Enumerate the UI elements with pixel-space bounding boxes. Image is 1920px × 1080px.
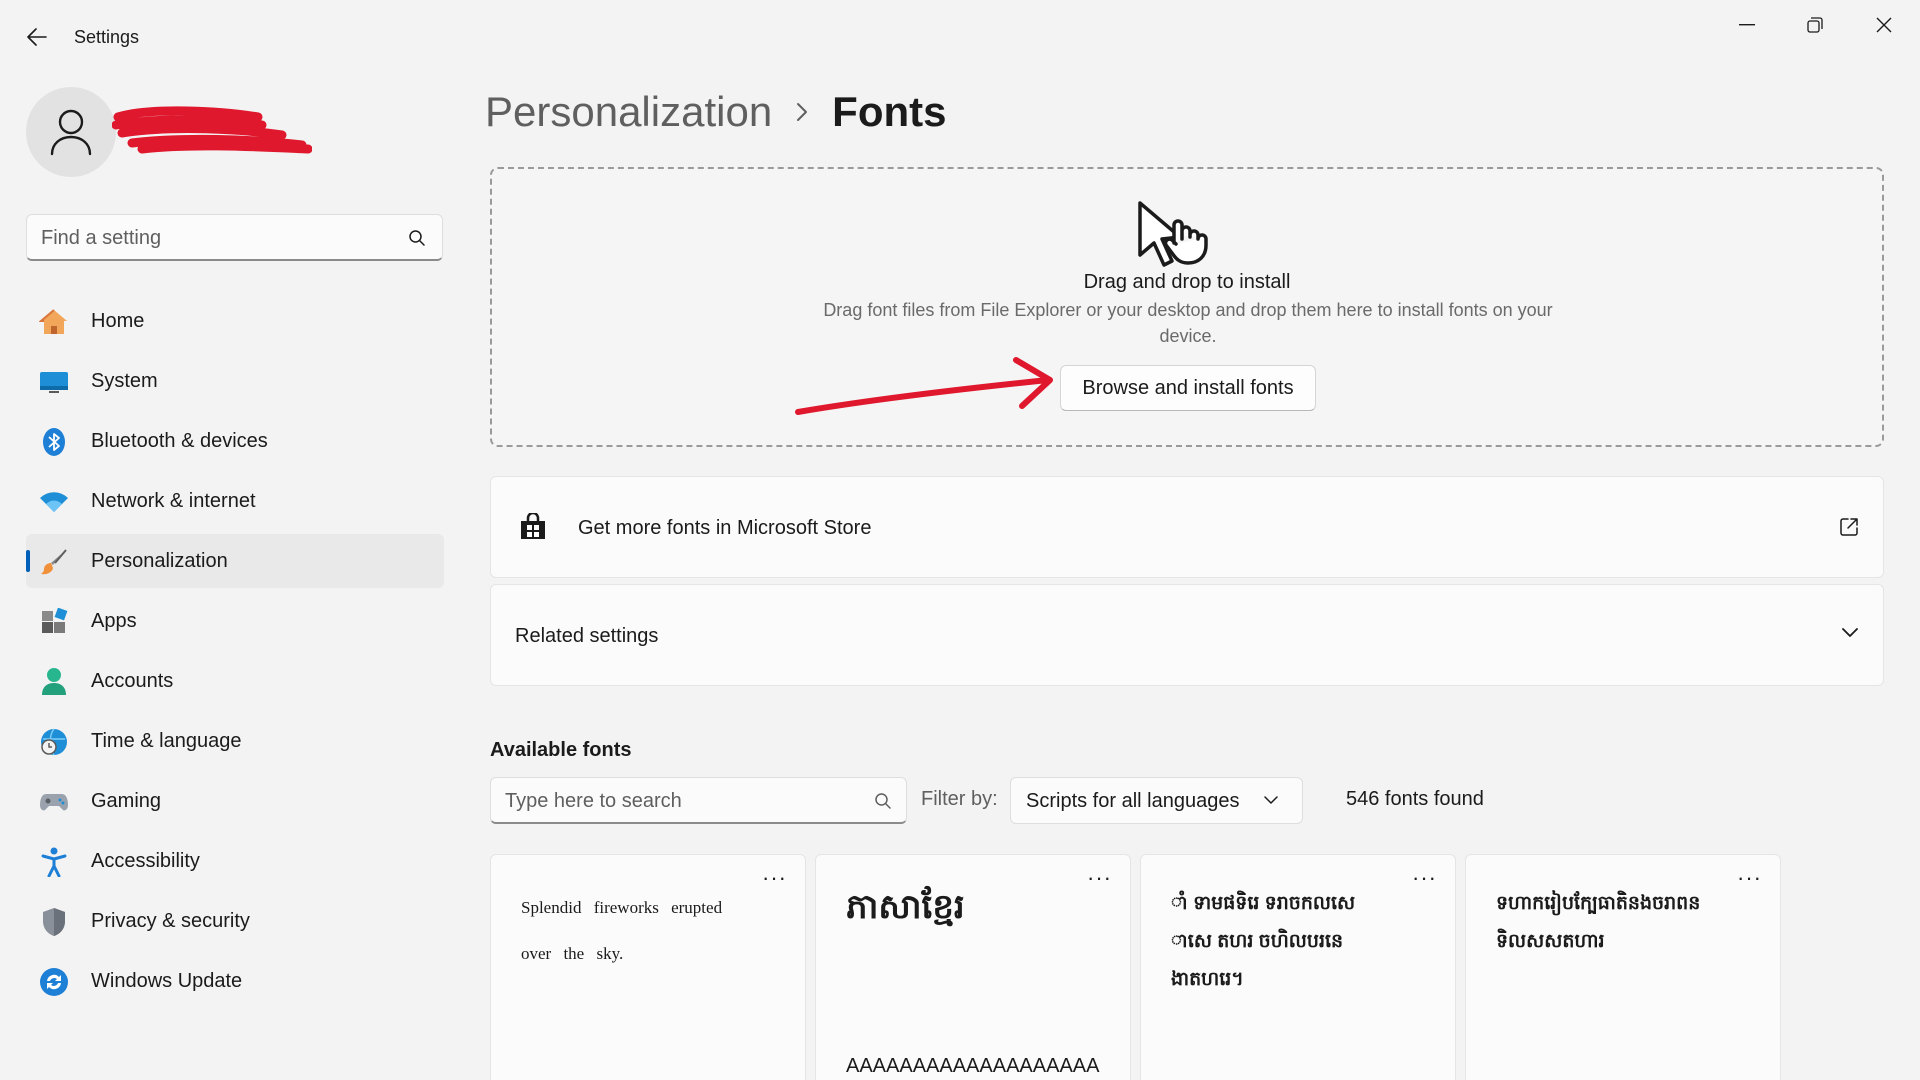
store-card-label: Get more fonts in Microsoft Store [578, 517, 872, 539]
font-drop-zone[interactable]: Drag and drop to install Drag font files… [490, 167, 1884, 447]
close-icon [1876, 17, 1892, 33]
filter-label: Filter by: [921, 788, 998, 810]
drop-zone-description: Drag font files from File Explorer or yo… [823, 300, 1553, 346]
sidebar-item-apps[interactable]: Apps [26, 594, 444, 648]
font-sample-text: ទហាករៀបក្បែធាតិនងចរាពន ទិលសសតហារ [1496, 893, 1701, 952]
chevron-down-icon[interactable] [1841, 627, 1859, 639]
drop-zone-title: Drag and drop to install [1083, 271, 1291, 293]
home-icon [39, 307, 69, 337]
sidebar-item-privacy[interactable]: Privacy & security [26, 894, 444, 948]
available-fonts-heading: Available fonts [490, 739, 632, 761]
find-setting-box[interactable] [26, 214, 443, 261]
person-icon [50, 109, 92, 156]
sidebar-item-network[interactable]: Network & internet [26, 474, 444, 528]
sidebar-item-accessibility[interactable]: Accessibility [26, 834, 444, 888]
font-search-input[interactable] [505, 788, 865, 814]
sidebar-item-bluetooth[interactable]: Bluetooth & devices [26, 414, 444, 468]
more-options-button[interactable]: ··· [762, 865, 787, 891]
app-title: Settings [74, 27, 140, 47]
accessibility-icon [39, 847, 69, 877]
font-search-box[interactable] [490, 777, 907, 824]
system-icon [39, 367, 69, 397]
title-bar: Settings [0, 0, 1920, 70]
related-settings-card[interactable]: Related settings [490, 584, 1884, 686]
font-sample-text: Splendid fireworks erupted over the sky. [521, 898, 723, 963]
restore-icon [1807, 17, 1823, 33]
chevron-right-icon [796, 102, 808, 122]
accounts-icon [39, 667, 69, 697]
annotation-arrow [795, 357, 1053, 415]
restore-button[interactable] [1792, 10, 1838, 40]
related-settings-label: Related settings [515, 625, 659, 647]
sidebar-item-accounts[interactable]: Accounts [26, 654, 444, 708]
search-icon [409, 230, 425, 246]
sidebar-item-label: Apps [91, 610, 137, 632]
sidebar-item-windows-update[interactable]: Windows Update [26, 954, 444, 1008]
back-button[interactable] [22, 22, 52, 52]
font-card[interactable]: ទហាករៀបក្បែធាតិនងចរាពន ទិលសសតហារ ··· [1465, 854, 1781, 1080]
browse-install-fonts-button[interactable]: Browse and install fonts [1060, 365, 1316, 411]
open-external-icon [1840, 518, 1858, 536]
breadcrumb-parent[interactable]: Personalization [485, 88, 772, 136]
more-options-button[interactable]: ··· [1412, 865, 1437, 891]
gamepad-icon [39, 787, 69, 817]
brush-icon [39, 547, 69, 577]
globe-clock-icon [39, 727, 69, 757]
filter-dropdown[interactable]: Scripts for all languages [1010, 777, 1303, 824]
sidebar-item-label: System [91, 370, 158, 392]
apps-icon [39, 607, 69, 637]
shield-icon [39, 907, 69, 937]
sidebar-item-label: Privacy & security [91, 910, 250, 932]
sidebar-item-label: Accounts [91, 670, 174, 692]
microsoft-store-card[interactable]: Get more fonts in Microsoft Store [490, 476, 1884, 578]
sidebar-item-label: Windows Update [91, 970, 243, 992]
sidebar-item-time-language[interactable]: Time & language [26, 714, 444, 768]
filter-selected-value: Scripts for all languages [1026, 790, 1240, 812]
font-card[interactable]: ភាសាខ្មែរ AAAAAAAAAAAAAAAAAAA ··· [815, 854, 1131, 1080]
minimize-button[interactable] [1724, 10, 1770, 40]
sidebar-item-personalization[interactable]: Personalization [26, 534, 444, 588]
sidebar-item-label: Personalization [91, 550, 228, 572]
user-card[interactable] [26, 87, 326, 179]
more-options-button[interactable]: ··· [1737, 865, 1762, 891]
chevron-down-icon [1264, 796, 1278, 804]
page-title: Fonts [832, 88, 947, 135]
sidebar-nav: Home System Bluetooth & devices Network … [26, 294, 444, 1014]
sidebar-item-home[interactable]: Home [26, 294, 444, 348]
breadcrumb: Personalization Fonts [485, 84, 946, 140]
find-setting-input[interactable] [41, 225, 401, 251]
update-icon [39, 967, 69, 997]
settings-window: Settings Home [0, 0, 1920, 1080]
sidebar-item-label: Time & language [91, 730, 242, 752]
font-sample-text: ាំ ទាមផទិរេ ទរាចកលសេ ាសេ តហរ ចហិលបរនេ ងា… [1171, 893, 1356, 990]
store-icon [521, 513, 545, 539]
sidebar-item-gaming[interactable]: Gaming [26, 774, 444, 828]
font-card[interactable]: ាំ ទាមផទិរេ ទរាចកលសេ ាសេ តហរ ចហិលបរនេ ងា… [1140, 854, 1456, 1080]
sidebar-item-label: Bluetooth & devices [91, 430, 268, 452]
bluetooth-icon [39, 427, 69, 457]
font-sample-text: ភាសាខ្មែរ [846, 888, 965, 926]
redaction-scribble [112, 106, 312, 154]
sidebar-item-label: Network & internet [91, 490, 256, 512]
minimize-icon [1739, 24, 1755, 26]
fonts-found-count: 546 fonts found [1346, 788, 1484, 810]
drag-drop-hand-icon [1138, 201, 1208, 267]
avatar [26, 87, 116, 177]
back-arrow-icon [27, 28, 47, 46]
search-icon [875, 793, 891, 809]
font-card[interactable]: Splendid fireworks erupted over the sky.… [490, 854, 806, 1080]
sidebar-item-label: Accessibility [91, 850, 200, 872]
sidebar-item-label: Gaming [91, 790, 162, 812]
sidebar-item-system[interactable]: System [26, 354, 444, 408]
more-options-button[interactable]: ··· [1087, 865, 1112, 891]
sidebar-item-label: Home [91, 310, 145, 332]
font-sample-secondary: AAAAAAAAAAAAAAAAAAA [846, 1055, 1100, 1077]
close-button[interactable] [1861, 10, 1907, 40]
wifi-icon [39, 487, 69, 517]
